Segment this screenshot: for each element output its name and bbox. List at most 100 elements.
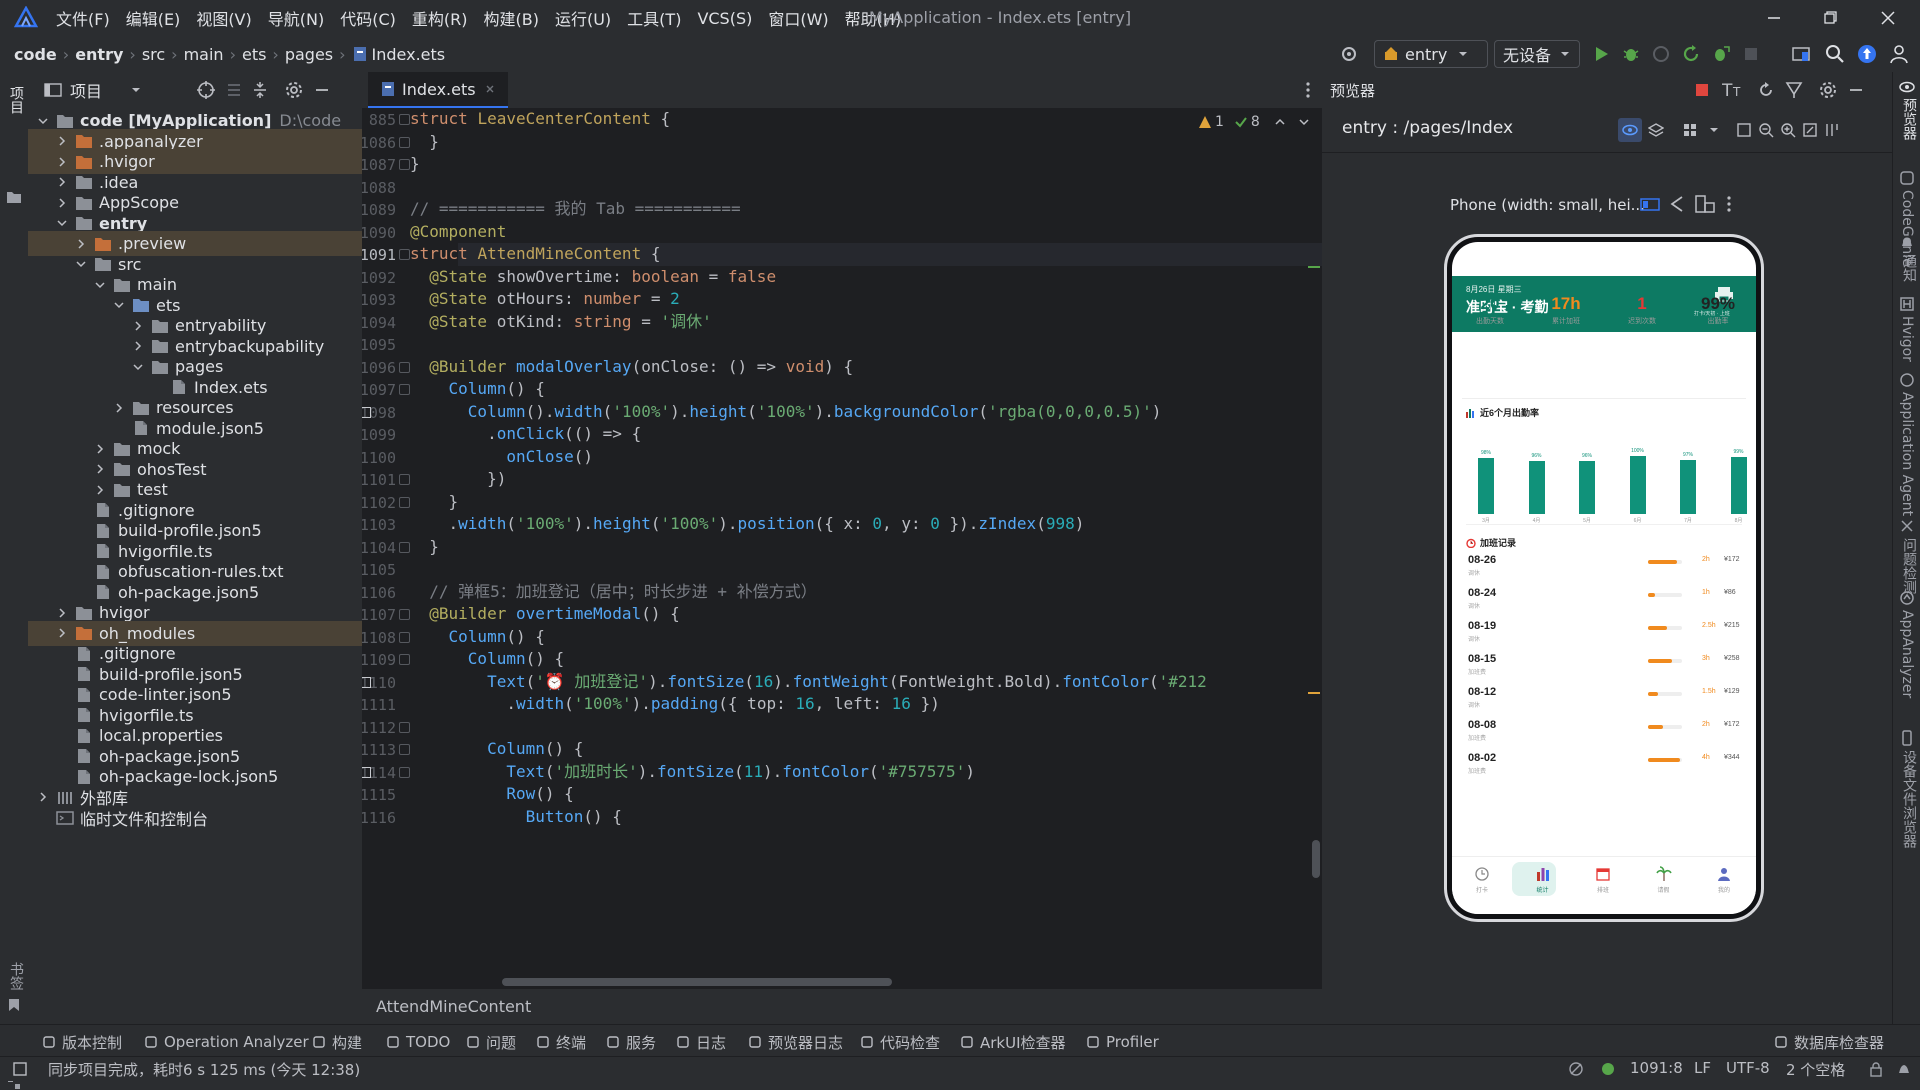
- code-line[interactable]: struct LeaveCenterContent {: [410, 108, 670, 131]
- fold-marker[interactable]: [399, 159, 410, 170]
- device-selector[interactable]: 无设备: [1494, 40, 1580, 68]
- inspection-widget[interactable]: 1 8: [1198, 114, 1310, 130]
- font-size-icon[interactable]: TT: [1722, 80, 1744, 100]
- breadcrumb-item[interactable]: pages: [285, 45, 333, 64]
- strip-previewer[interactable]: 预览器: [1899, 98, 1919, 140]
- chevron-right-icon[interactable]: [55, 155, 69, 169]
- layers-icon[interactable]: [1648, 122, 1664, 138]
- chevron-right-icon[interactable]: [74, 237, 88, 251]
- fold-marker[interactable]: [399, 744, 410, 755]
- tool-window-button[interactable]: 版本控制: [42, 1031, 122, 1053]
- chevron-down-icon[interactable]: [130, 84, 142, 96]
- module-selector[interactable]: entry: [1374, 40, 1488, 68]
- fold-device-icon[interactable]: [1694, 194, 1716, 214]
- menu-item[interactable]: 导航(N): [268, 6, 324, 30]
- menu-item[interactable]: 文件(F): [56, 6, 110, 30]
- tool-window-button[interactable]: 代码检查: [860, 1031, 940, 1053]
- strip-appanalyzer[interactable]: AppAnalyzer: [1899, 610, 1915, 698]
- no-inspection-icon[interactable]: [1568, 1061, 1584, 1077]
- grid-icon[interactable]: [1682, 122, 1698, 138]
- chevron-down-icon[interactable]: [1298, 116, 1310, 128]
- strip-problem-check[interactable]: 问题检测: [1899, 538, 1919, 594]
- fit-screen-icon[interactable]: [1736, 122, 1752, 138]
- nav-tab[interactable]: 请假: [1636, 866, 1692, 906]
- code-line[interactable]: Text('加班时长').fontSize(11).fontColor('#75…: [410, 761, 975, 784]
- code-line[interactable]: @Builder overtimeModal() {: [410, 603, 679, 626]
- menu-item[interactable]: 构建(B): [484, 6, 539, 30]
- fold-marker[interactable]: [399, 474, 410, 485]
- chevron-right-icon[interactable]: [55, 606, 69, 620]
- tool-window-button[interactable]: 服务: [606, 1031, 656, 1053]
- file-encoding[interactable]: UTF-8: [1726, 1059, 1770, 1077]
- ruler-icon[interactable]: [1824, 122, 1840, 138]
- breadcrumb-item[interactable]: main: [184, 45, 224, 64]
- code-line[interactable]: Button() {: [410, 806, 622, 829]
- tool-window-button[interactable]: ArkUI检查器: [960, 1031, 1066, 1053]
- code-line[interactable]: Column() {: [410, 378, 545, 401]
- horizontal-scrollbar[interactable]: [502, 978, 892, 986]
- chevron-right-icon[interactable]: [131, 339, 145, 353]
- chevron-right-icon[interactable]: [55, 196, 69, 210]
- breadcrumb-item[interactable]: src: [142, 45, 165, 64]
- menu-item[interactable]: 工具(T): [627, 6, 681, 30]
- fold-marker[interactable]: [399, 541, 410, 553]
- tool-window-button[interactable]: 构建: [312, 1031, 362, 1053]
- nav-tab[interactable]: 排班: [1575, 866, 1631, 906]
- menu-item[interactable]: 编辑(E): [126, 6, 181, 30]
- strip-bookmarks[interactable]: 书签: [6, 962, 26, 990]
- locate-icon[interactable]: [196, 80, 216, 100]
- notification-icon[interactable]: [1896, 1061, 1912, 1077]
- profile-icon[interactable]: [1650, 43, 1672, 65]
- breadcrumb-item[interactable]: Index.ets: [372, 45, 446, 64]
- chevron-right-icon[interactable]: [36, 790, 50, 804]
- rotate-icon[interactable]: [1668, 194, 1686, 214]
- status-toggle-icon[interactable]: [12, 1061, 28, 1077]
- nav-tab[interactable]: 打卡: [1454, 866, 1510, 906]
- close-tab-icon[interactable]: [484, 83, 496, 95]
- code-line[interactable]: // =========== 我的 Tab ===========: [410, 198, 741, 221]
- close-window-icon[interactable]: [1876, 6, 1900, 30]
- menu-item[interactable]: 窗口(W): [768, 6, 828, 30]
- attach-debugger-icon[interactable]: [1710, 43, 1732, 65]
- chevron-right-icon[interactable]: [93, 483, 107, 497]
- device-manager-icon[interactable]: [1790, 43, 1812, 65]
- menu-item[interactable]: VCS(S): [697, 9, 752, 28]
- code-line[interactable]: Column() {: [410, 626, 545, 649]
- app-logo-icon[interactable]: [14, 6, 38, 30]
- nav-tab[interactable]: 统计: [1515, 866, 1571, 906]
- restore-icon[interactable]: [1818, 6, 1842, 30]
- device-frame-icon[interactable]: [1640, 196, 1660, 212]
- target-icon[interactable]: [1338, 43, 1360, 65]
- account-icon[interactable]: [1888, 43, 1910, 65]
- cursor-position[interactable]: 1091:8: [1630, 1059, 1683, 1077]
- tool-window-button[interactable]: 终端: [536, 1031, 586, 1053]
- chevron-right-icon[interactable]: [55, 134, 69, 148]
- breadcrumb-item[interactable]: entry: [75, 45, 123, 64]
- fold-marker[interactable]: [399, 609, 410, 620]
- run-icon[interactable]: [1590, 43, 1612, 65]
- more-vertical-icon[interactable]: [1298, 80, 1318, 100]
- menu-item[interactable]: 运行(U): [555, 6, 611, 30]
- expand-all-icon[interactable]: [224, 80, 244, 100]
- fold-marker[interactable]: [399, 631, 410, 643]
- chevron-right-icon[interactable]: [55, 175, 69, 189]
- code-line[interactable]: @State otKind: string = '调休': [410, 311, 711, 334]
- color-swatch[interactable]: [362, 676, 371, 688]
- code-line[interactable]: .onClick(() => {: [410, 423, 641, 446]
- overtime-row[interactable]: 08-02 加班费 4h ¥344: [1468, 752, 1744, 792]
- fold-marker[interactable]: [399, 249, 410, 260]
- tool-window-button[interactable]: 数据库检查器: [1774, 1031, 1884, 1053]
- nav-tab[interactable]: 我的: [1696, 866, 1752, 906]
- stop-preview-icon[interactable]: [1694, 82, 1710, 98]
- tool-window-button[interactable]: Profiler: [1086, 1031, 1159, 1053]
- hide-panel-icon[interactable]: [312, 80, 332, 100]
- fold-marker[interactable]: [399, 496, 410, 508]
- code-line[interactable]: onClose(): [410, 446, 593, 469]
- phone-screen[interactable]: 8月26日 星期三 准时宝 · 考勤 打卡/天初 · 上班 20 出勤天数 17h 累…: [1452, 242, 1756, 914]
- fold-marker[interactable]: [399, 114, 410, 125]
- debug-icon[interactable]: [1620, 43, 1642, 65]
- update-icon[interactable]: [1856, 43, 1878, 65]
- stop-icon[interactable]: [1740, 43, 1762, 65]
- strip-notifications[interactable]: 通知: [1899, 254, 1919, 282]
- code-line[interactable]: @Component: [410, 221, 506, 244]
